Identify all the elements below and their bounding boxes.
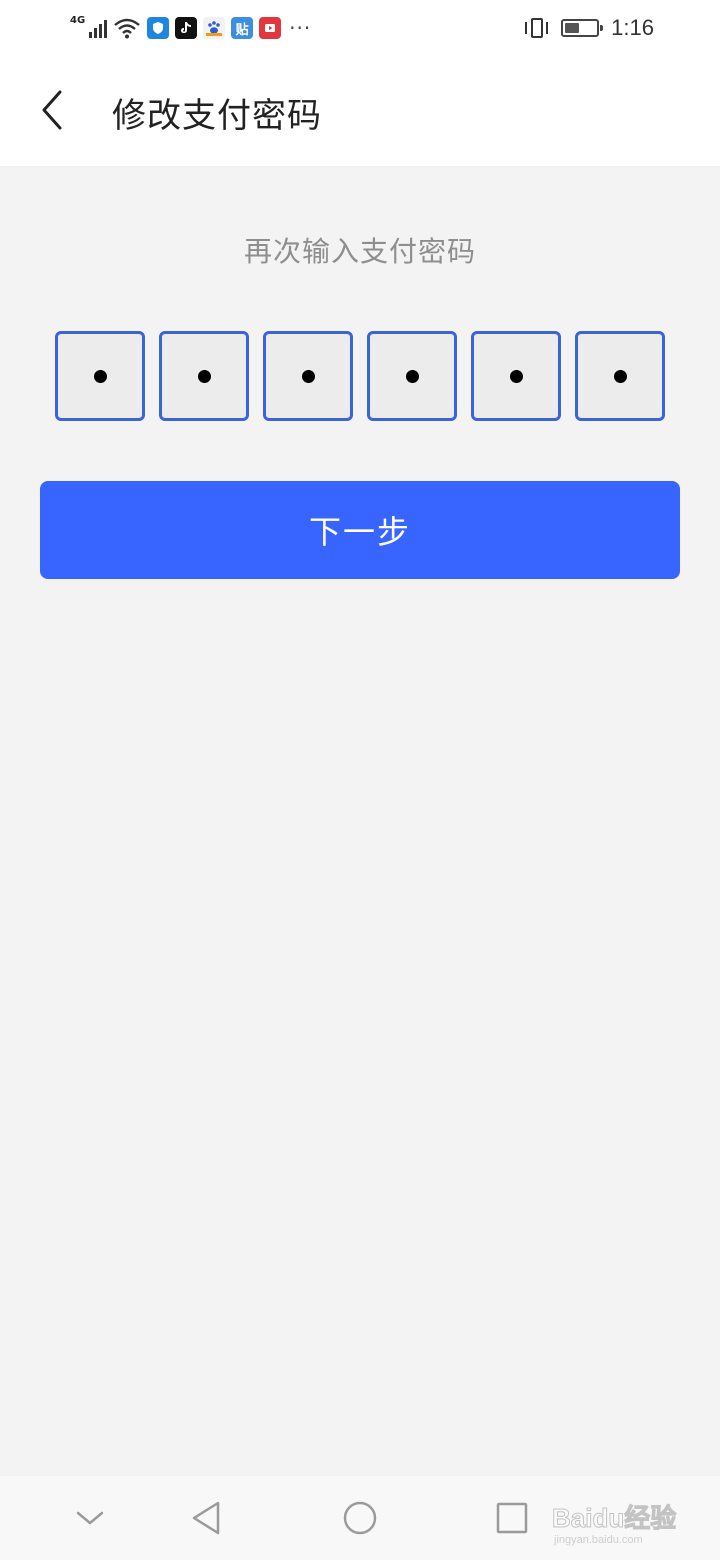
pin-dot <box>509 369 523 383</box>
pin-dot <box>301 369 315 383</box>
battery-icon <box>561 19 604 37</box>
pin-dot <box>197 369 211 383</box>
pin-box[interactable] <box>263 331 353 421</box>
baidu-app-icon <box>203 17 226 39</box>
chevron-down-icon <box>76 1511 104 1525</box>
next-step-button[interactable]: 下一步 <box>40 481 680 579</box>
tiktok-app-icon <box>175 17 198 39</box>
pin-box[interactable] <box>159 331 249 421</box>
pin-input[interactable] <box>55 331 665 421</box>
pin-box[interactable] <box>55 331 145 421</box>
page-title: 修改支付密码 <box>112 96 322 136</box>
signal-icon <box>89 18 108 38</box>
nav-recents-button[interactable] <box>488 1494 536 1542</box>
status-left: 4G 贴 ··· <box>70 14 311 42</box>
watermark-url: jingyan.baidu.com <box>554 1534 643 1546</box>
system-nav-bar: Baidu经验 jingyan.baidu.com <box>0 1476 720 1560</box>
pin-box[interactable] <box>471 331 561 421</box>
status-bar: 4G 贴 ··· 1:16 <box>0 0 720 56</box>
hide-nav-button[interactable] <box>66 1494 114 1542</box>
clock: 1:16 <box>611 15 654 40</box>
status-right: 1:16 <box>525 14 654 42</box>
square-recents-icon <box>496 1502 528 1534</box>
pin-box[interactable] <box>367 331 457 421</box>
tieba-app-icon: 贴 <box>231 17 254 39</box>
vibrate-icon <box>525 17 549 39</box>
pin-dot <box>405 369 419 383</box>
pin-box[interactable] <box>575 331 665 421</box>
baidu-watermark: Baidu经验 jingyan.baidu.com <box>551 1498 682 1548</box>
nav-home-button[interactable] <box>336 1494 384 1542</box>
wifi-icon <box>114 18 140 39</box>
pin-prompt: 再次输入支付密码 <box>243 235 476 268</box>
pin-dot <box>93 369 107 383</box>
more-notifications-icon: ··· <box>289 16 312 40</box>
nav-back-button[interactable] <box>182 1494 230 1542</box>
back-button[interactable] <box>30 84 78 136</box>
shield-app-icon <box>147 17 170 39</box>
app-header: 修改支付密码 <box>0 56 720 166</box>
video-app-icon <box>259 17 282 39</box>
chevron-left-icon <box>42 90 62 130</box>
network-type: 4G <box>70 14 86 26</box>
watermark-text: Baidu经验 <box>551 1503 677 1534</box>
circle-home-icon <box>343 1501 377 1535</box>
triangle-back-icon <box>192 1501 220 1535</box>
pin-dot <box>613 369 627 383</box>
